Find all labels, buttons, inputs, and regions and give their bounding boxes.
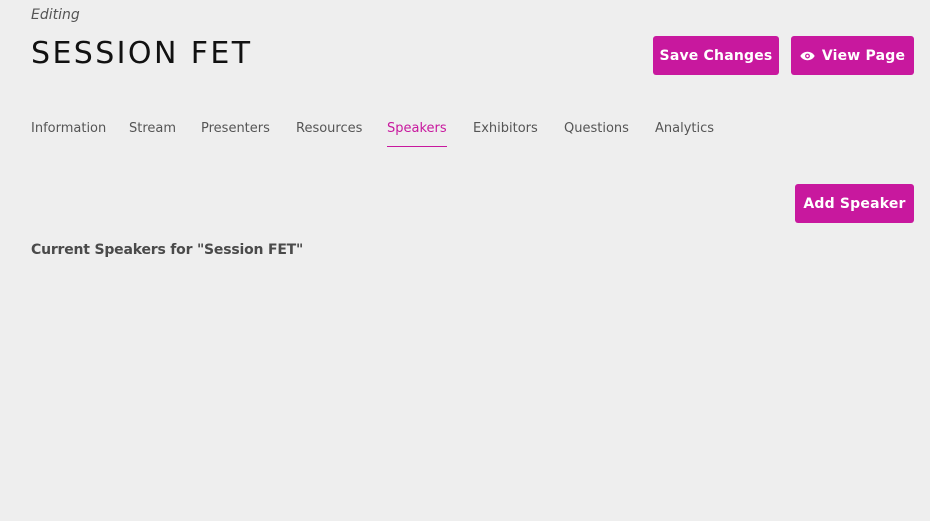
- page-title: SESSION FET: [31, 36, 253, 71]
- tab-information[interactable]: Information: [31, 120, 106, 146]
- session-editor-page: Editing SESSION FET Save Changes View Pa…: [0, 0, 930, 521]
- tab-stream[interactable]: Stream: [129, 120, 176, 146]
- tab-presenters[interactable]: Presenters: [201, 120, 270, 146]
- tab-exhibitors[interactable]: Exhibitors: [473, 120, 538, 146]
- add-speaker-button[interactable]: Add Speaker: [795, 184, 914, 223]
- save-changes-label: Save Changes: [659, 47, 773, 64]
- tab-questions[interactable]: Questions: [564, 120, 629, 146]
- save-changes-button[interactable]: Save Changes: [653, 36, 779, 75]
- current-speakers-heading: Current Speakers for "Session FET": [31, 242, 304, 258]
- view-page-button[interactable]: View Page: [791, 36, 914, 75]
- editing-label: Editing: [31, 7, 80, 23]
- tab-speakers[interactable]: Speakers: [387, 120, 447, 147]
- tab-analytics[interactable]: Analytics: [655, 120, 714, 146]
- view-page-label: View Page: [821, 47, 906, 64]
- tab-resources[interactable]: Resources: [296, 120, 362, 146]
- eye-icon: [800, 51, 815, 60]
- add-speaker-label: Add Speaker: [803, 195, 906, 212]
